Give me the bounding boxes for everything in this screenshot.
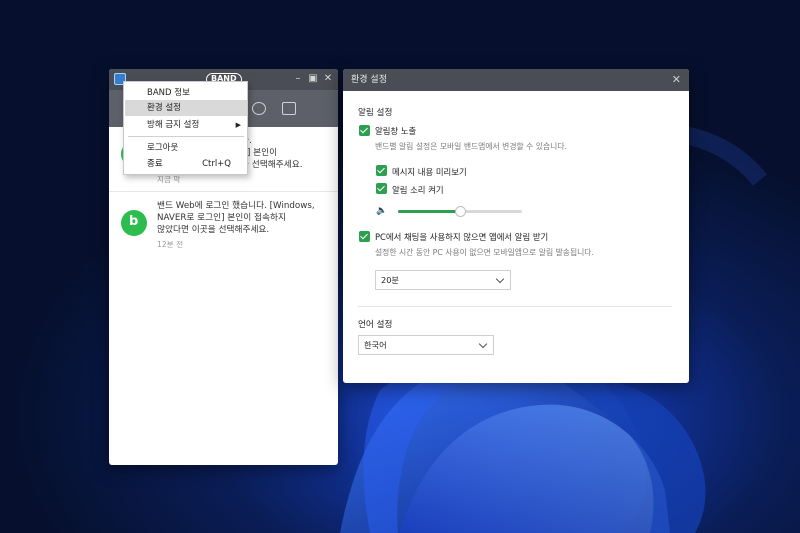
show-popup-label: 알림창 노출 [375,126,417,136]
submenu-arrow-icon: ▶ [235,121,241,129]
settings-close-button[interactable]: ✕ [672,69,681,91]
minimize-button[interactable]: – [292,72,304,86]
band-avatar-icon [121,210,147,236]
menu-item-label: 방해 금지 설정 [147,120,200,130]
chevron-down-icon [478,339,488,349]
volume-slider[interactable] [398,206,522,217]
notification-section-heading: 알림 설정 [358,108,393,118]
pc-inactive-description: 설정한 시간 동안 PC 사용이 없으면 모바일앱으로 알림 발송됩니다. [375,248,594,257]
volume-slider-thumb[interactable] [455,206,466,217]
context-menu: BAND 정보 환경 설정 방해 금지 설정 ▶ 로그아웃 종료 Ctrl+Q [123,81,248,175]
notification-item[interactable]: 밴드 Web에 로그인 했습니다. [Windows, NAVER로 로그인] … [109,197,338,257]
menu-item-settings[interactable]: 환경 설정 [125,100,247,116]
menu-item-do-not-disturb[interactable]: 방해 금지 설정 ▶ [125,117,247,133]
delay-time-value: 20분 [381,275,399,285]
sound-label: 알림 소리 켜기 [392,185,444,195]
language-section-heading: 언어 설정 [358,320,393,330]
divider [109,191,338,192]
pc-inactive-checkbox[interactable] [359,231,370,242]
menu-item-label: 환경 설정 [147,103,181,113]
notification-icon[interactable] [252,102,266,115]
menu-item-logout[interactable]: 로그아웃 [125,140,247,156]
pc-inactive-label: PC에서 채팅을 사용하지 않으면 앱에서 알림 받기 [375,232,549,242]
menu-separator [128,136,244,137]
notification-message-line: 밴드 Web에 로그인 했습니다. [Windows, [157,201,315,211]
sound-checkbox[interactable] [376,183,387,194]
volume-slider-fill [398,210,460,213]
menu-shortcut: Ctrl+Q [202,159,231,169]
language-value: 한국어 [364,340,387,350]
preview-checkbox[interactable] [376,165,387,176]
show-popup-description: 밴드별 알림 설정은 모바일 밴드앱에서 변경할 수 있습니다. [375,142,567,151]
settings-title: 환경 설정 [351,75,387,85]
chat-icon[interactable] [282,102,296,115]
preview-label: 메시지 내용 미리보기 [392,167,467,177]
maximize-button[interactable]: ▣ [307,72,319,86]
show-popup-checkbox[interactable] [359,125,370,136]
menu-item-label: BAND 정보 [147,88,190,98]
settings-titlebar: 환경 설정 ✕ [343,69,689,91]
chevron-down-icon [495,274,505,284]
volume-icon: 🔈 [376,206,388,216]
notification-time: 지금 막 [157,175,181,184]
menu-item-band-info[interactable]: BAND 정보 [125,85,247,101]
section-divider [358,306,672,307]
delay-time-select[interactable]: 20분 [375,270,511,290]
notification-time: 12분 전 [157,240,184,249]
notification-message-line: NAVER로 로그인] 본인이 접속하지 [157,213,286,223]
language-select[interactable]: 한국어 [358,335,494,355]
menu-item-exit[interactable]: 종료 Ctrl+Q [125,156,247,172]
menu-item-label: 종료 [147,159,163,169]
close-button[interactable]: ✕ [322,72,334,86]
notification-message-line: 않았다면 이곳을 선택해주세요. [157,225,270,235]
menu-item-label: 로그아웃 [147,143,179,153]
